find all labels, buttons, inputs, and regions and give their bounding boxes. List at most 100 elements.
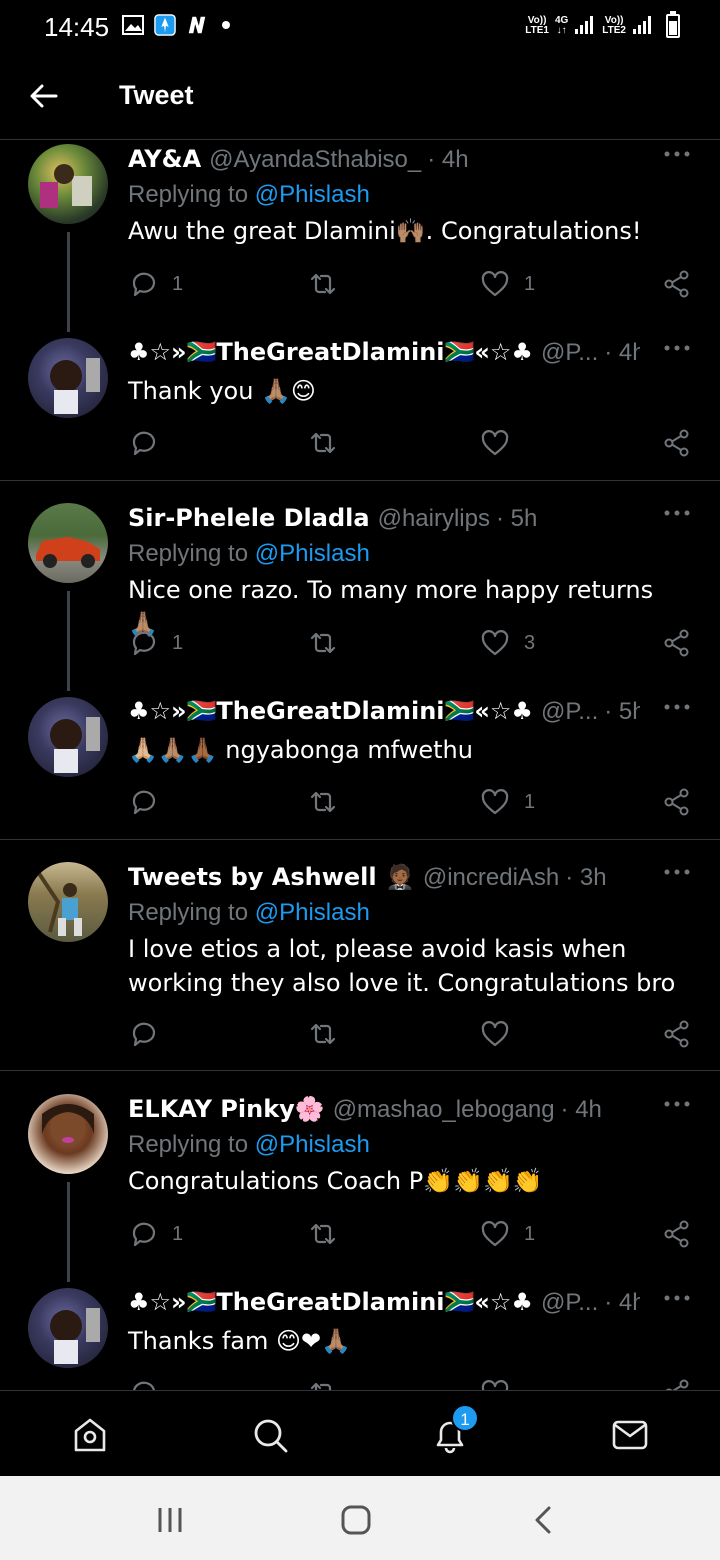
author-handle[interactable]: @P... — [541, 698, 598, 726]
share-button[interactable] — [662, 427, 692, 459]
reply-icon — [132, 790, 156, 815]
tweet-header: Sir-Phelele Dladla @hairylips · 5h — [128, 504, 640, 536]
tweet-actions — [128, 427, 698, 459]
retweet-button[interactable] — [308, 427, 352, 459]
tweet-time: · 4h — [604, 1289, 640, 1316]
tweet-item[interactable]: AY&A @AyandaSthabiso_ · 4h Replying to @… — [0, 140, 720, 340]
author-name[interactable]: Tweets by Ashwell 🤵🏾 — [128, 863, 415, 891]
author-handle[interactable]: @P... — [541, 339, 598, 367]
reply-button[interactable] — [128, 427, 172, 459]
tweet-item[interactable]: Tweets by Ashwell 🤵🏾 @incrediAsh · 3h Re… — [0, 858, 720, 1070]
author-name[interactable]: ♣☆»🇿🇦TheGreatDlamini🇿🇦«☆♣ — [128, 338, 533, 366]
like-button[interactable] — [480, 1377, 524, 1390]
like-count: 1 — [524, 1222, 536, 1245]
back-button[interactable] — [26, 78, 62, 114]
author-name[interactable]: ♣☆»🇿🇦TheGreatDlamini🇿🇦«☆♣ — [128, 1288, 533, 1316]
avatar[interactable] — [28, 1288, 108, 1368]
replying-to-mention[interactable]: @Phislash — [255, 1131, 370, 1158]
tweet-item[interactable]: Sir-Phelele Dladla @hairylips · 5h Reply… — [0, 499, 720, 699]
retweet-icon — [310, 632, 336, 654]
tweet-item[interactable]: ♣☆»🇿🇦TheGreatDlamini🇿🇦«☆♣ @P... · 4h Tha… — [0, 338, 720, 480]
tweet-item[interactable]: ♣☆»🇿🇦TheGreatDlamini🇿🇦«☆♣ @P... · 4h Tha… — [0, 1288, 720, 1390]
nav-search[interactable] — [250, 1415, 290, 1455]
thread-line — [67, 232, 70, 332]
reply-count: 1 — [172, 1222, 184, 1245]
reply-button[interactable]: 1 — [128, 268, 183, 300]
network-type-indicator: 4G ↓↑ — [554, 15, 569, 36]
like-count: 1 — [524, 790, 536, 813]
avatar[interactable] — [28, 144, 108, 224]
replying-to-mention[interactable]: @Phislash — [255, 540, 370, 567]
like-button[interactable] — [480, 1018, 524, 1050]
like-button[interactable]: 1 — [480, 786, 535, 818]
avatar[interactable] — [28, 338, 108, 418]
avatar[interactable] — [28, 1094, 108, 1174]
reply-icon — [132, 1022, 156, 1047]
retweet-button[interactable] — [308, 627, 352, 659]
like-button[interactable] — [480, 427, 524, 459]
reply-button[interactable]: 1 — [128, 1218, 183, 1250]
tweet-text: I love etios a lot, please avoid kasis w… — [128, 935, 676, 997]
avatar[interactable] — [28, 697, 108, 777]
like-button[interactable]: 3 — [480, 627, 535, 659]
gallery-icon — [122, 14, 144, 36]
more-options-button[interactable] — [664, 503, 690, 523]
more-options-button[interactable] — [664, 1094, 690, 1114]
tweet-header: Tweets by Ashwell 🤵🏾 @incrediAsh · 3h — [128, 863, 640, 895]
like-button[interactable]: 1 — [480, 268, 535, 300]
tweet-item[interactable]: ELKAY Pinky🌸 @mashao_lebogang · 4h Reply… — [0, 1090, 720, 1290]
retweet-button[interactable] — [308, 1218, 352, 1250]
system-back-button[interactable] — [526, 1502, 562, 1538]
reply-button[interactable] — [128, 1018, 172, 1050]
nav-home[interactable] — [70, 1415, 110, 1455]
system-nav-bar — [0, 1476, 720, 1560]
author-handle[interactable]: @hairylips — [378, 505, 490, 533]
share-button[interactable] — [662, 1377, 692, 1390]
author-handle[interactable]: @mashao_lebogang — [333, 1096, 555, 1124]
nav-messages[interactable] — [610, 1415, 650, 1455]
retweet-button[interactable] — [308, 786, 352, 818]
share-button[interactable] — [662, 786, 692, 818]
retweet-icon — [310, 1382, 332, 1390]
more-options-button[interactable] — [664, 697, 690, 717]
replies-feed[interactable]: AY&A @AyandaSthabiso_ · 4h Replying to @… — [0, 140, 720, 1390]
reply-button[interactable] — [128, 786, 172, 818]
author-name[interactable]: ♣☆»🇿🇦TheGreatDlamini🇿🇦«☆♣ — [128, 697, 533, 725]
author-name[interactable]: AY&A — [128, 145, 201, 173]
author-handle[interactable]: @AyandaSthabiso_ — [209, 146, 421, 174]
share-button[interactable] — [662, 268, 692, 300]
reply-button[interactable] — [128, 1377, 172, 1390]
avatar[interactable] — [28, 862, 108, 942]
replying-to-mention[interactable]: @Phislash — [255, 899, 370, 926]
retweet-icon — [310, 432, 336, 454]
more-options-button[interactable] — [664, 862, 690, 882]
more-options-button[interactable] — [664, 338, 690, 358]
tweet-item[interactable]: ♣☆»🇿🇦TheGreatDlamini🇿🇦«☆♣ @P... · 5h 🙏🏼🙏… — [0, 697, 720, 839]
back-button-icon — [535, 1506, 551, 1534]
like-button[interactable]: 1 — [480, 1218, 535, 1250]
more-options-button[interactable] — [664, 144, 690, 164]
share-button[interactable] — [662, 1018, 692, 1050]
messages-icon — [612, 1420, 648, 1450]
share-button[interactable] — [662, 627, 692, 659]
replying-to-mention[interactable]: @Phislash — [255, 181, 370, 208]
author-name[interactable]: Sir-Phelele Dladla — [128, 504, 370, 532]
retweet-icon — [310, 791, 336, 813]
reply-button[interactable]: 1 — [128, 627, 183, 659]
tweet-time: · 3h — [565, 864, 607, 891]
author-handle[interactable]: @incrediAsh — [423, 864, 559, 892]
replying-prefix: Replying to — [128, 1131, 249, 1158]
share-button[interactable] — [662, 1218, 692, 1250]
avatar[interactable] — [28, 503, 108, 583]
system-home-button[interactable] — [338, 1502, 374, 1538]
retweet-button[interactable] — [308, 1018, 352, 1050]
divider — [0, 480, 720, 481]
retweet-button[interactable] — [308, 1377, 352, 1390]
author-handle[interactable]: @P... — [541, 1289, 598, 1317]
retweet-icon — [310, 1023, 336, 1045]
reply-icon — [132, 431, 156, 456]
retweet-button[interactable] — [308, 268, 352, 300]
recent-apps-button[interactable] — [152, 1502, 188, 1538]
more-options-button[interactable] — [664, 1288, 690, 1308]
author-name[interactable]: ELKAY Pinky🌸 — [128, 1095, 325, 1123]
